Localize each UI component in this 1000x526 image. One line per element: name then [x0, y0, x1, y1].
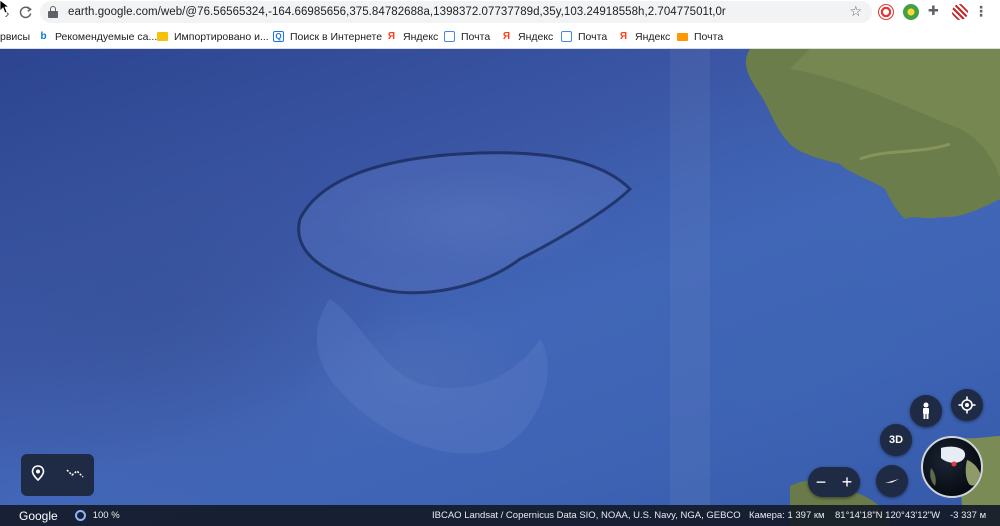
bookmark-label: Яндекс	[403, 30, 439, 43]
bookmark-yandex[interactable]: Я Яндекс	[501, 31, 553, 43]
bookmark-yandex[interactable]: Я Яндекс	[618, 31, 670, 43]
zoom-level: 100 %	[92, 510, 120, 521]
bookmark-mail[interactable]: Почта	[677, 31, 723, 43]
yandex-icon: Я	[502, 31, 511, 42]
google-logo: Google	[19, 508, 58, 523]
profile-avatar-icon[interactable]	[952, 4, 968, 20]
cursor-coordinates: 81°14'18"N 120°43'12"W	[835, 510, 941, 521]
bookmark-recommended[interactable]: b Рекомендуемые са...	[38, 31, 157, 43]
toggle-3d-button[interactable]: 3D	[880, 424, 912, 456]
url-text[interactable]: earth.google.com/web/@76.56565324,-164.6…	[68, 6, 726, 18]
bookmark-star-icon[interactable]: ☆	[849, 3, 862, 20]
bookmark-label: Поиск в Интернете	[290, 30, 383, 43]
compass-icon[interactable]	[876, 465, 908, 497]
bookmark-imported[interactable]: Импортировано и...	[157, 31, 269, 43]
address-bar: › earth.google.com/web/@76.56565324,-164…	[0, 0, 1000, 25]
extension-target-icon[interactable]	[878, 4, 894, 20]
mail-icon	[677, 32, 688, 41]
mail-icon	[444, 31, 455, 42]
bookmark-label: Почта	[694, 30, 724, 43]
folder-icon	[157, 32, 168, 41]
zoom-level-icon	[74, 510, 86, 521]
yandex-icon: Я	[387, 31, 396, 42]
camera-altitude: Камера: 1 397 км	[749, 510, 825, 521]
pegman-icon[interactable]	[910, 395, 942, 427]
bookmark-label: Рекомендуемые са...	[55, 30, 158, 43]
bookmark-yandex[interactable]: Я Яндекс	[386, 31, 438, 43]
mouse-cursor-icon	[0, 0, 10, 14]
bookmark-label: Яндекс	[635, 30, 671, 43]
zoom-in-button[interactable]: +	[842, 472, 853, 493]
bing-icon: b	[40, 31, 47, 42]
extension-green-icon[interactable]	[903, 4, 919, 20]
data-credits[interactable]: IBCAO Landsat / Copernicus Data SIO, NOA…	[432, 510, 741, 521]
yandex-icon: Я	[619, 31, 628, 42]
menu-icon[interactable]: ⋮	[974, 3, 988, 20]
search-icon: Q	[273, 31, 284, 42]
my-location-icon[interactable]	[951, 389, 983, 421]
measure-path-icon[interactable]	[66, 466, 84, 484]
landmass-top-right	[745, 49, 1000, 219]
bookmark-label: Импортировано и...	[174, 30, 269, 43]
globe-minimap-icon[interactable]	[921, 436, 983, 498]
browser-window: › earth.google.com/web/@76.56565324,-164…	[0, 0, 1000, 526]
reload-icon[interactable]	[14, 1, 36, 23]
bookmark-search[interactable]: Q Поиск в Интернете	[273, 31, 382, 43]
map-tools-panel	[21, 454, 94, 496]
zoom-out-button[interactable]: −	[816, 472, 827, 493]
elevation: -3 337 м	[950, 510, 987, 521]
omnibox[interactable]: earth.google.com/web/@76.56565324,-164.6…	[40, 1, 872, 23]
bookmarks-bar: рвисы b Рекомендуемые са... Импортирован…	[0, 25, 1000, 49]
extensions-puzzle-icon[interactable]: ✚	[928, 3, 944, 19]
mail-icon	[561, 31, 572, 42]
bookmark-label: Яндекс	[518, 30, 554, 43]
zoom-controls: − +	[808, 467, 860, 497]
toggle-3d-label: 3D	[888, 434, 904, 446]
bookmark-label: рвисы	[0, 30, 31, 43]
earth-map-viewport[interactable]: 3D − + Google 100 % IBCAO Landsat / Cope…	[0, 49, 1000, 526]
map-status-bar: Google 100 % IBCAO Landsat / Copernicus …	[0, 505, 1000, 526]
bookmark-mail[interactable]: Почта	[561, 31, 607, 43]
placemark-icon[interactable]	[31, 464, 45, 486]
bookmark-label: Почта	[461, 30, 491, 43]
bookmark-label: Почта	[578, 30, 608, 43]
lock-icon	[48, 6, 58, 18]
bookmark-services[interactable]: рвисы	[0, 31, 30, 43]
bookmark-mail[interactable]: Почта	[444, 31, 490, 43]
